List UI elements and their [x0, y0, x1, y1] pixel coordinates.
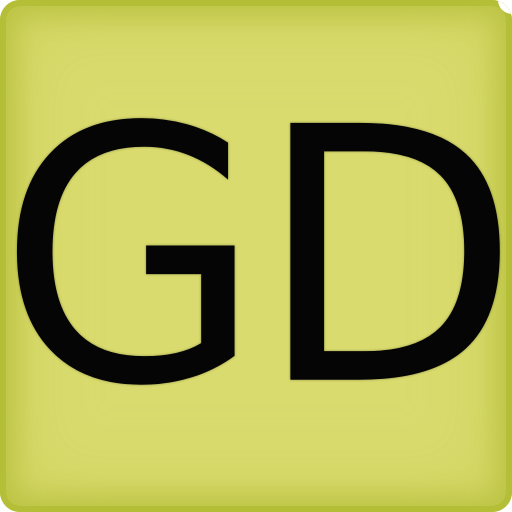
gd-app-icon: GD [0, 0, 512, 512]
icon-monogram: GD [0, 53, 512, 463]
